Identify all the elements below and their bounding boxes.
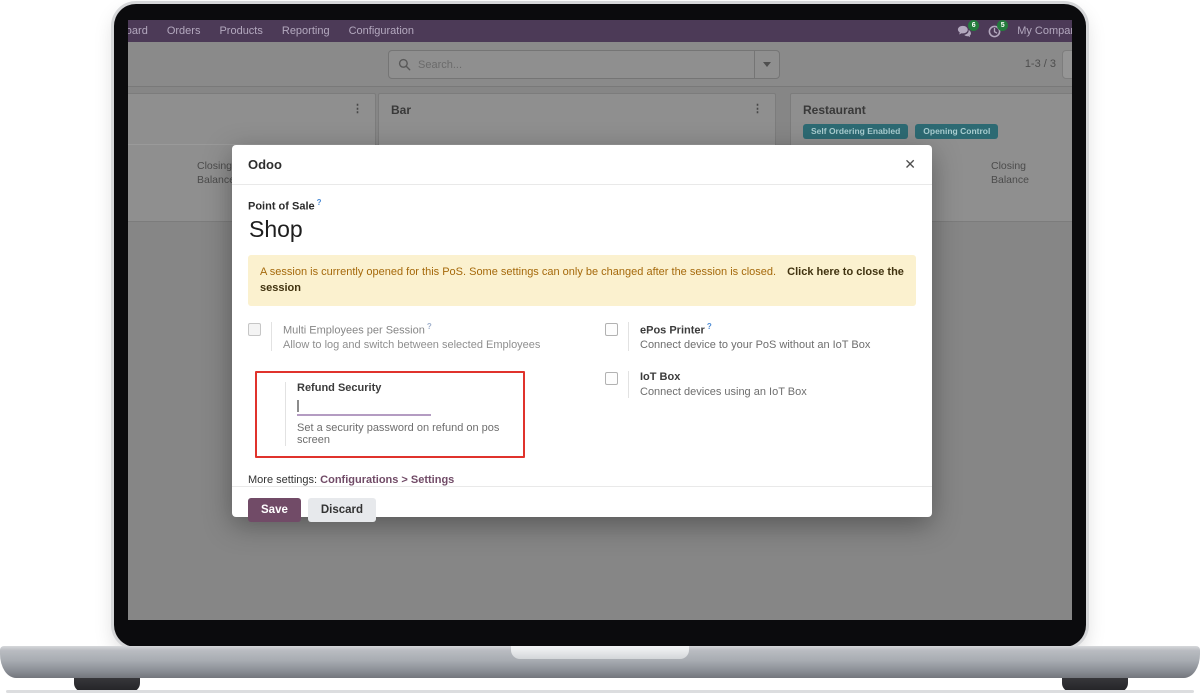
refund-security-highlight: Refund Security Set a security password … bbox=[255, 371, 525, 458]
checkbox-spacer bbox=[262, 382, 275, 446]
view-switcher-partial[interactable] bbox=[1062, 50, 1072, 79]
model-label: Point of Sale? bbox=[248, 198, 916, 213]
setting-iot-box: IoT Box Connect devices using an IoT Box bbox=[605, 371, 916, 398]
company-switcher[interactable]: My Company bbox=[1017, 25, 1072, 37]
settings-grid: Multi Employees per Session? Allow to lo… bbox=[248, 322, 916, 459]
setting-refund-security: Refund Security Set a security password … bbox=[262, 382, 513, 446]
settings-column-left: Multi Employees per Session? Allow to lo… bbox=[248, 322, 559, 459]
dialog-title: Odoo bbox=[248, 157, 282, 172]
setting-desc: Connect devices using an IoT Box bbox=[640, 386, 807, 398]
chevron-down-icon bbox=[763, 62, 771, 67]
setting-desc: Set a security password on refund on pos… bbox=[297, 422, 513, 446]
kebab-menu-icon[interactable]: ⋮ bbox=[752, 103, 763, 117]
multi-employees-checkbox[interactable] bbox=[248, 323, 261, 336]
configurations-settings-link[interactable]: Configurations > Settings bbox=[320, 474, 454, 486]
closing-balance-label: Closing Balance bbox=[991, 160, 1039, 187]
menu-item-products[interactable]: Products bbox=[219, 25, 262, 37]
warning-text: A session is currently opened for this P… bbox=[260, 266, 776, 278]
messages-count-badge: 6 bbox=[968, 20, 979, 31]
search-filter-toggle[interactable] bbox=[754, 51, 779, 78]
setting-label: Multi Employees per Session? bbox=[283, 322, 540, 337]
badge-opening-control: Opening Control bbox=[915, 124, 998, 139]
laptop-base-notch bbox=[511, 646, 689, 659]
close-icon[interactable]: ✕ bbox=[904, 156, 916, 173]
card-badges: Self Ordering Enabled Opening Control bbox=[791, 117, 1072, 139]
messages-icon[interactable]: 6 bbox=[957, 25, 972, 38]
activities-count-badge: 5 bbox=[997, 20, 1008, 31]
session-warning-banner: A session is currently opened for this P… bbox=[248, 255, 916, 306]
screen-content: Dashboard Orders Products Reporting Conf… bbox=[128, 20, 1072, 620]
menu-item-dashboard[interactable]: Dashboard bbox=[128, 25, 148, 37]
setting-desc: Connect device to your PoS without an Io… bbox=[640, 339, 870, 351]
settings-column-right: ePos Printer? Connect device to your PoS… bbox=[605, 322, 916, 459]
control-panel: Search... 1-3 / 3 bbox=[128, 42, 1072, 87]
epos-printer-checkbox[interactable] bbox=[605, 323, 618, 336]
search-bar[interactable]: Search... bbox=[388, 50, 780, 79]
text-cursor bbox=[297, 400, 299, 412]
menu-item-reporting[interactable]: Reporting bbox=[282, 25, 330, 37]
pos-settings-dialog: Odoo ✕ Point of Sale? Shop A session is … bbox=[232, 145, 932, 517]
setting-label-text: ePos Printer bbox=[640, 324, 705, 336]
menu-item-orders[interactable]: Orders bbox=[167, 25, 201, 37]
save-button[interactable]: Save bbox=[248, 498, 301, 522]
record-name: Shop bbox=[249, 216, 916, 243]
activities-icon[interactable]: 5 bbox=[988, 25, 1001, 38]
card-title: Restaurant bbox=[803, 103, 866, 117]
dialog-body: Point of Sale? Shop A session is current… bbox=[232, 185, 932, 486]
iot-box-checkbox[interactable] bbox=[605, 372, 618, 385]
setting-label-text: Multi Employees per Session bbox=[283, 324, 425, 336]
menu-item-configuration[interactable]: Configuration bbox=[349, 25, 414, 37]
card-title: Bar bbox=[391, 103, 411, 117]
topbar-systray: 6 5 My Company bbox=[957, 20, 1072, 42]
dialog-footer: Save Discard bbox=[232, 486, 932, 534]
setting-label: ePos Printer? bbox=[640, 322, 870, 337]
help-icon[interactable]: ? bbox=[707, 322, 712, 331]
model-label-text: Point of Sale bbox=[248, 201, 315, 213]
help-icon[interactable]: ? bbox=[317, 198, 322, 207]
kebab-menu-icon[interactable]: ⋮ bbox=[352, 103, 363, 115]
search-icon bbox=[398, 58, 411, 71]
search-input[interactable]: Search... bbox=[418, 59, 754, 71]
refund-security-input[interactable] bbox=[297, 398, 431, 416]
discard-button[interactable]: Discard bbox=[308, 498, 376, 522]
setting-label: IoT Box bbox=[640, 371, 807, 383]
setting-label: Refund Security bbox=[297, 382, 513, 394]
help-icon[interactable]: ? bbox=[427, 322, 432, 331]
setting-epos-printer: ePos Printer? Connect device to your PoS… bbox=[605, 322, 916, 352]
more-settings-label: More settings: bbox=[248, 474, 317, 486]
main-menu: Dashboard Orders Products Reporting Conf… bbox=[128, 25, 414, 37]
setting-desc: Allow to log and switch between selected… bbox=[283, 339, 540, 351]
pager[interactable]: 1-3 / 3 bbox=[1025, 58, 1056, 70]
setting-multi-employees: Multi Employees per Session? Allow to lo… bbox=[248, 322, 559, 352]
laptop-ground-shadow bbox=[6, 690, 1194, 693]
more-settings: More settings: Configurations > Settings bbox=[248, 474, 916, 486]
top-navbar: Dashboard Orders Products Reporting Conf… bbox=[128, 20, 1072, 42]
laptop-frame: Dashboard Orders Products Reporting Conf… bbox=[114, 4, 1086, 647]
dialog-header: Odoo ✕ bbox=[232, 145, 932, 185]
badge-self-ordering: Self Ordering Enabled bbox=[803, 124, 908, 139]
